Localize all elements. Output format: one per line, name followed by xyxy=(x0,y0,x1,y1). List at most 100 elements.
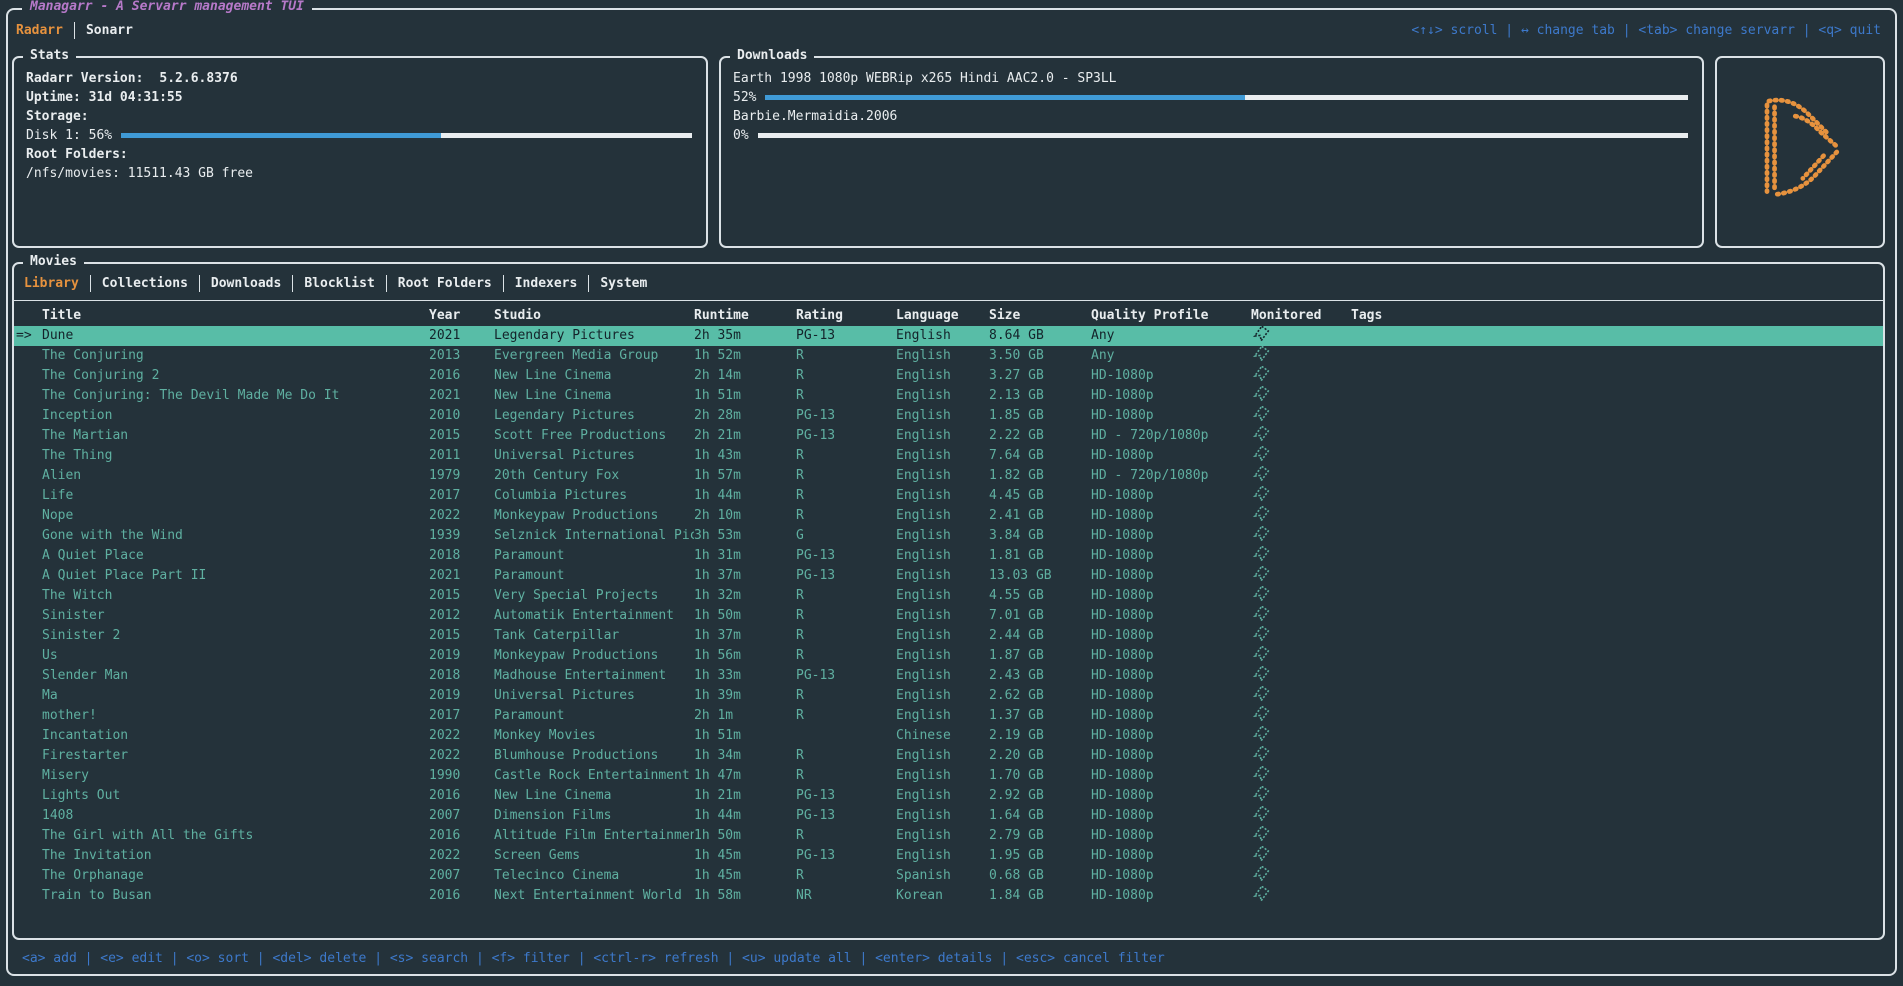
selected-row-marker xyxy=(14,446,42,466)
column-header-quality-profile[interactable]: Quality Profile xyxy=(1091,306,1251,326)
table-row[interactable]: The Witch2015Very Special Projects1h 32m… xyxy=(14,586,1883,606)
movies-tab-system[interactable]: System xyxy=(600,276,647,291)
cell-year: 2022 xyxy=(429,506,494,526)
column-header-studio[interactable]: Studio xyxy=(494,306,694,326)
table-row[interactable]: Alien197920th Century Fox1h 57mREnglish1… xyxy=(14,466,1883,486)
table-row[interactable]: The Thing2011Universal Pictures1h 43mREn… xyxy=(14,446,1883,466)
cell-tags xyxy=(1351,866,1883,886)
movies-tab-collections[interactable]: Collections xyxy=(102,276,188,291)
cell-studio: Evergreen Media Group xyxy=(494,346,694,366)
cell-year: 2015 xyxy=(429,426,494,446)
table-row[interactable]: =>Dune2021Legendary Pictures2h 35mPG-13E… xyxy=(14,326,1883,346)
cell-quality: HD-1080p xyxy=(1091,786,1251,806)
cell-monitored xyxy=(1251,566,1351,586)
monitored-bookmark-icon xyxy=(1252,466,1271,483)
table-row[interactable]: Incantation2022Monkey Movies1h 51mChines… xyxy=(14,726,1883,746)
servarr-tab-sonarr[interactable]: Sonarr xyxy=(86,23,133,38)
cell-runtime: 1h 45m xyxy=(694,846,796,866)
table-row[interactable]: Sinister 22015Tank Caterpillar1h 37mREng… xyxy=(14,626,1883,646)
cell-rating: R xyxy=(796,746,896,766)
column-header-monitored[interactable]: Monitored xyxy=(1251,306,1351,326)
cell-year: 2022 xyxy=(429,846,494,866)
table-row[interactable]: The Conjuring: The Devil Made Me Do It20… xyxy=(14,386,1883,406)
cell-rating: R xyxy=(796,686,896,706)
table-row[interactable]: Gone with the Wind1939Selznick Internati… xyxy=(14,526,1883,546)
cell-monitored xyxy=(1251,506,1351,526)
cell-studio: Scott Free Productions xyxy=(494,426,694,446)
servarr-tab-radarr[interactable]: Radarr xyxy=(16,23,63,38)
table-row[interactable]: Firestarter2022Blumhouse Productions1h 3… xyxy=(14,746,1883,766)
column-header-title[interactable]: Title xyxy=(42,306,429,326)
table-row[interactable]: Train to Busan2016Next Entertainment Wor… xyxy=(14,886,1883,906)
column-header-size[interactable]: Size xyxy=(989,306,1091,326)
movies-tab-root-folders[interactable]: Root Folders xyxy=(398,276,492,291)
monitored-bookmark-icon xyxy=(1252,826,1271,843)
cell-tags xyxy=(1351,626,1883,646)
selected-row-marker xyxy=(14,626,42,646)
table-row[interactable]: A Quiet Place Part II2021Paramount1h 37m… xyxy=(14,566,1883,586)
movies-tab-indexers[interactable]: Indexers xyxy=(515,276,578,291)
column-header-tags[interactable]: Tags xyxy=(1351,306,1883,326)
table-row[interactable]: Life2017Columbia Pictures1h 44mREnglish4… xyxy=(14,486,1883,506)
monitored-bookmark-icon xyxy=(1252,606,1271,623)
cell-runtime: 2h 21m xyxy=(694,426,796,446)
column-header-language[interactable]: Language xyxy=(896,306,989,326)
cell-quality: HD-1080p xyxy=(1091,486,1251,506)
cell-language: English xyxy=(896,646,989,666)
table-row[interactable]: The Conjuring2013Evergreen Media Group1h… xyxy=(14,346,1883,366)
cell-monitored xyxy=(1251,766,1351,786)
cell-title: A Quiet Place xyxy=(42,546,429,566)
table-row[interactable]: The Girl with All the Gifts2016Altitude … xyxy=(14,826,1883,846)
table-row[interactable]: The Martian2015Scott Free Productions2h … xyxy=(14,426,1883,446)
column-header-runtime[interactable]: Runtime xyxy=(694,306,796,326)
selected-row-marker xyxy=(14,586,42,606)
table-row[interactable]: 14082007Dimension Films1h 44mPG-13Englis… xyxy=(14,806,1883,826)
cell-quality: HD-1080p xyxy=(1091,366,1251,386)
stats-panel: Stats Radarr Version:5.2.6.8376 Uptime: … xyxy=(12,56,708,248)
table-row[interactable]: Us2019Monkeypaw Productions1h 56mREnglis… xyxy=(14,646,1883,666)
cell-title: The Orphanage xyxy=(42,866,429,886)
selected-row-marker xyxy=(14,546,42,566)
cell-tags xyxy=(1351,846,1883,866)
cell-size: 2.79 GB xyxy=(989,826,1091,846)
monitored-bookmark-icon xyxy=(1252,646,1271,663)
cell-quality: HD-1080p xyxy=(1091,826,1251,846)
cell-language: Spanish xyxy=(896,866,989,886)
cell-tags xyxy=(1351,726,1883,746)
movies-panel-title: Movies xyxy=(23,254,84,269)
cell-runtime: 1h 52m xyxy=(694,346,796,366)
table-row[interactable]: Nope2022Monkeypaw Productions2h 10mREngl… xyxy=(14,506,1883,526)
selected-row-marker xyxy=(14,746,42,766)
table-row[interactable]: The Invitation2022Screen Gems1h 45mPG-13… xyxy=(14,846,1883,866)
cell-language: Korean xyxy=(896,886,989,906)
movies-tab-blocklist[interactable]: Blocklist xyxy=(304,276,374,291)
movies-tab-downloads[interactable]: Downloads xyxy=(211,276,281,291)
cell-studio: Castle Rock Entertainment xyxy=(494,766,694,786)
cell-language: English xyxy=(896,486,989,506)
cell-language: English xyxy=(896,666,989,686)
table-row[interactable]: Slender Man2018Madhouse Entertainment1h … xyxy=(14,666,1883,686)
cell-studio: New Line Cinema xyxy=(494,386,694,406)
movies-tab-library[interactable]: Library xyxy=(24,276,79,291)
tab-separator xyxy=(588,275,589,292)
cell-rating: PG-13 xyxy=(796,666,896,686)
table-row[interactable]: Sinister2012Automatik Entertainment1h 50… xyxy=(14,606,1883,626)
table-row[interactable]: Ma2019Universal Pictures1h 39mREnglish2.… xyxy=(14,686,1883,706)
table-row[interactable]: Lights Out2016New Line Cinema1h 21mPG-13… xyxy=(14,786,1883,806)
table-row[interactable]: Misery1990Castle Rock Entertainment1h 47… xyxy=(14,766,1883,786)
table-row[interactable]: The Orphanage2007Telecinco Cinema1h 45mR… xyxy=(14,866,1883,886)
cell-rating: PG-13 xyxy=(796,426,896,446)
table-row[interactable]: mother!2017Paramount2h 1mREnglish1.37 GB… xyxy=(14,706,1883,726)
selected-row-marker xyxy=(14,366,42,386)
cell-language: English xyxy=(896,366,989,386)
selected-row-marker xyxy=(14,826,42,846)
cell-monitored xyxy=(1251,706,1351,726)
column-header-year[interactable]: Year xyxy=(429,306,494,326)
cell-rating: R xyxy=(796,646,896,666)
table-row[interactable]: A Quiet Place2018Paramount1h 31mPG-13Eng… xyxy=(14,546,1883,566)
column-header-rating[interactable]: Rating xyxy=(796,306,896,326)
cell-title: Dune xyxy=(42,326,429,346)
table-row[interactable]: The Conjuring 22016New Line Cinema2h 14m… xyxy=(14,366,1883,386)
monitored-bookmark-icon xyxy=(1252,546,1271,563)
table-row[interactable]: Inception2010Legendary Pictures2h 28mPG-… xyxy=(14,406,1883,426)
